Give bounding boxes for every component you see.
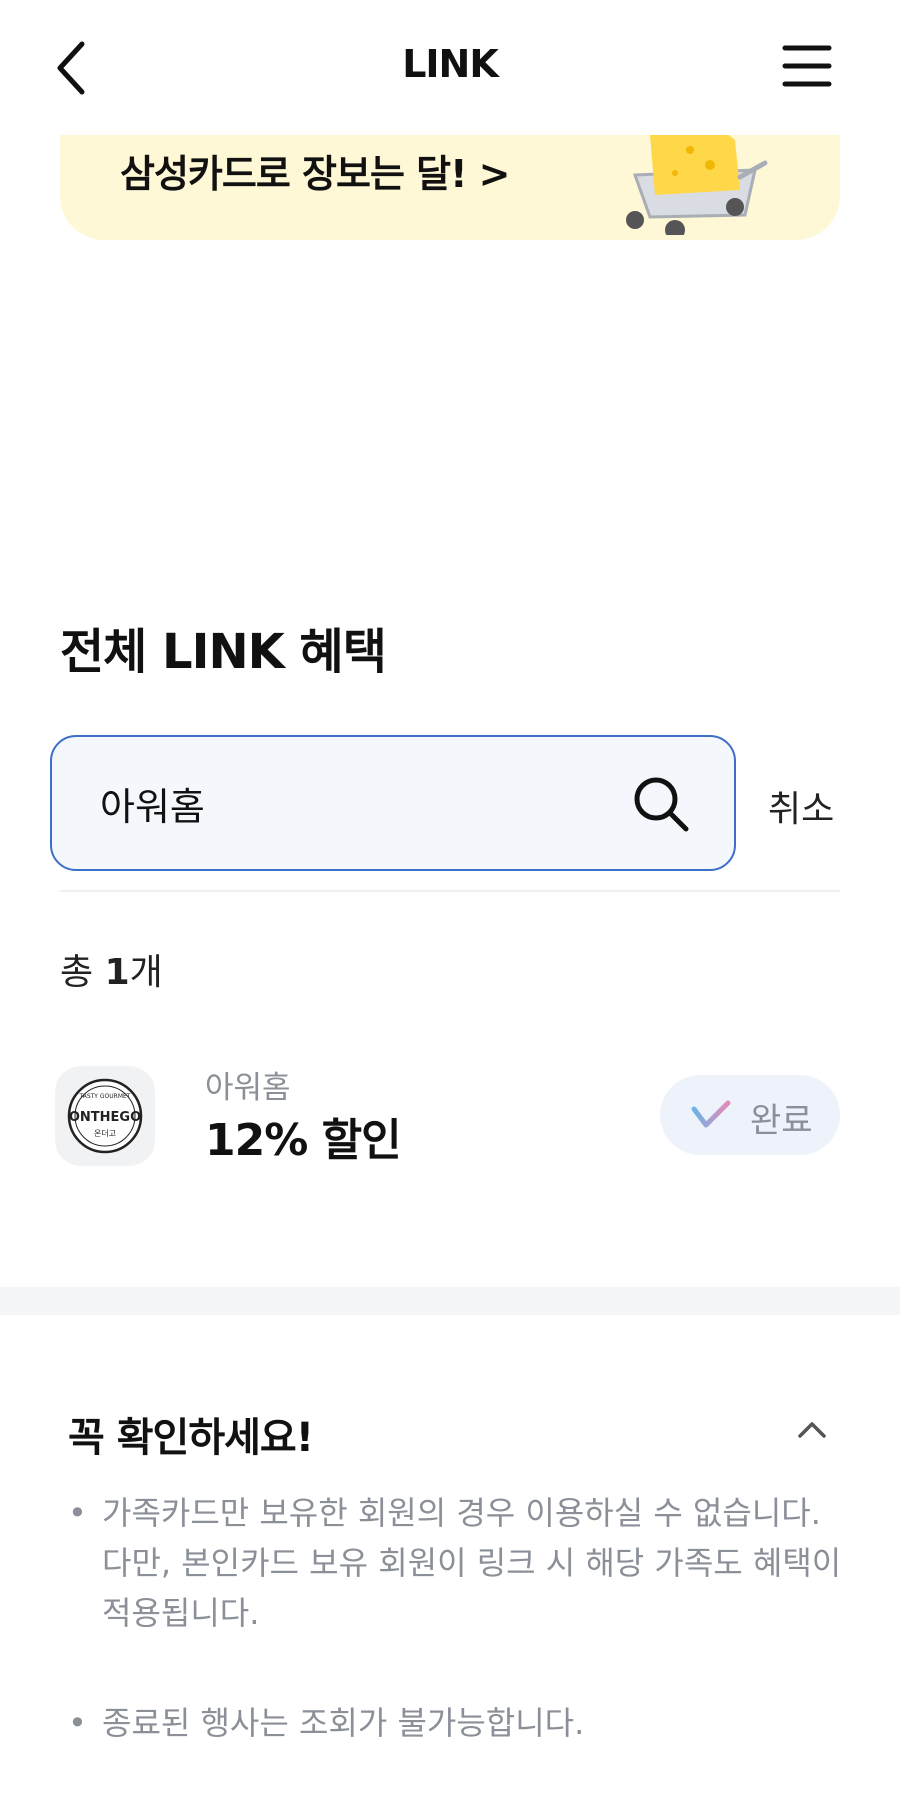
search-input[interactable] — [100, 773, 620, 833]
page-title: LINK — [402, 42, 499, 86]
shopping-cart-icon — [626, 135, 768, 235]
search-icon[interactable] — [630, 773, 692, 835]
check-icon — [691, 1100, 731, 1128]
hamburger-menu-icon — [782, 45, 832, 87]
result-count-suffix: 개 — [129, 952, 163, 993]
list-item[interactable]: TASTY GOURMET ONTHEGO 온더고 아워홈 12% 할인 완료 — [55, 1060, 840, 1170]
store-logo: TASTY GOURMET ONTHEGO 온더고 — [55, 1066, 155, 1166]
logo-text: ONTHEGO — [69, 1110, 141, 1125]
completed-label: 완료 — [750, 1101, 813, 1141]
divider — [60, 890, 840, 892]
section-separator — [0, 1287, 900, 1315]
top-bar: LINK — [0, 0, 900, 135]
store-name: 아워홈 — [205, 1070, 291, 1106]
logo-ring-text: TASTY GOURMET — [79, 1093, 131, 1100]
banner-text: 삼성카드로 장보는 달! > — [120, 152, 510, 196]
promo-banner[interactable]: 삼성카드로 장보는 달! > — [60, 135, 840, 240]
completed-button[interactable]: 완료 — [660, 1075, 840, 1155]
notice-title: 꼭 확인하세요! — [68, 1415, 314, 1461]
notice-list: 가족카드만 보유한 회원의 경우 이용하실 수 없습니다. 다만, 본인카드 보… — [68, 1488, 848, 1808]
chevron-up-icon[interactable] — [796, 1418, 828, 1442]
onthego-logo-icon: TASTY GOURMET ONTHEGO 온더고 — [67, 1078, 143, 1154]
search-box — [50, 735, 736, 871]
section-title: 전체 LINK 혜택 — [60, 624, 387, 680]
notice-item: 가족카드만 보유한 회원의 경우 이용하실 수 없습니다. 다만, 본인카드 보… — [68, 1488, 848, 1638]
result-count-number: 1 — [104, 952, 130, 993]
cancel-button[interactable]: 취소 — [768, 780, 834, 832]
logo-subtext: 온더고 — [94, 1129, 116, 1138]
benefit-text: 12% 할인 — [205, 1115, 402, 1166]
result-count-prefix: 총 — [60, 952, 105, 993]
notice-item: 종료된 행사는 조회가 불가능합니다. — [68, 1698, 848, 1748]
result-count: 총 1개 — [60, 943, 163, 995]
menu-button[interactable] — [782, 44, 832, 88]
